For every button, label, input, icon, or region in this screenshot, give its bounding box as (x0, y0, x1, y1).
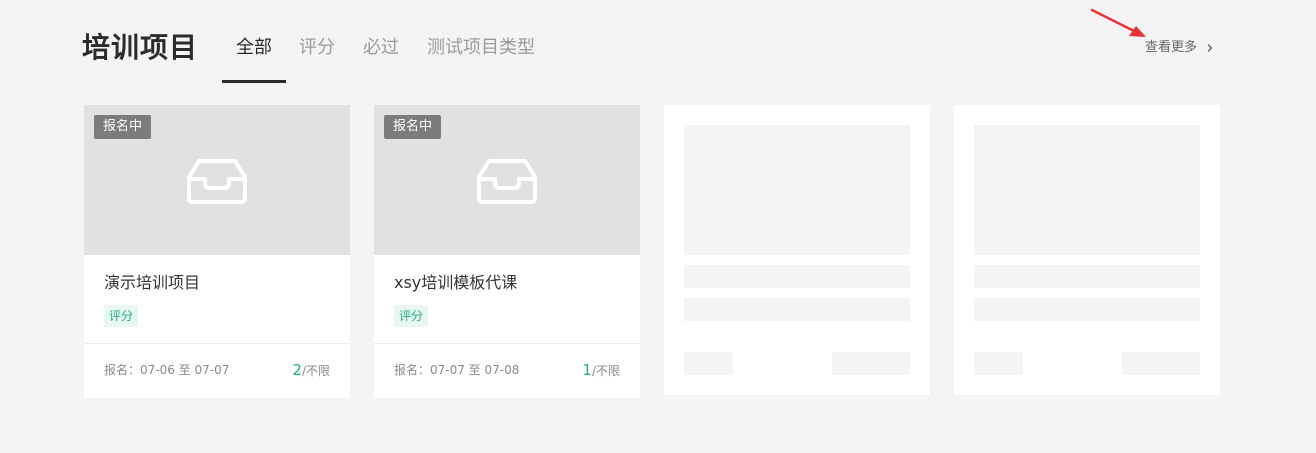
card-footer: 报名：07-06 至 07-07 2/不限 (104, 357, 330, 383)
enroll-count: 1/不限 (582, 357, 620, 384)
card-divider (84, 343, 350, 344)
card-cover: 报名中 (374, 105, 640, 255)
skeleton-line (684, 265, 910, 288)
tab-required[interactable]: 必过 (349, 28, 413, 76)
project-card[interactable]: 报名中 xsy培训模板代课 评分 报名：07-07 至 07-08 1/不限 (374, 105, 640, 398)
enroll-limit: /不限 (591, 363, 620, 378)
section-header: 培训项目 全部 评分 必过 测试项目类型 查看更多 (0, 0, 1316, 83)
card-cover: 报名中 (84, 105, 350, 255)
card-footer: 报名：07-07 至 07-08 1/不限 (394, 357, 620, 383)
status-badge: 报名中 (384, 115, 442, 139)
inbox-icon (477, 159, 537, 204)
skeleton-footer-right (832, 352, 910, 375)
skeleton-line (684, 298, 910, 321)
enroll-date-range: 报名：07-06 至 07-07 (104, 363, 230, 377)
enroll-count-number: 1 (582, 360, 592, 379)
chevron-right-icon (1207, 44, 1213, 52)
skeleton-card (664, 105, 930, 395)
project-card[interactable]: 报名中 演示培训项目 评分 报名：07-06 至 07-07 2/不限 (84, 105, 350, 398)
skeleton-line (974, 298, 1200, 321)
enroll-count: 2/不限 (292, 357, 330, 384)
page-title: 培训项目 (82, 31, 199, 64)
tab-rating[interactable]: 评分 (286, 28, 349, 76)
status-badge: 报名中 (94, 115, 152, 139)
card-title: 演示培训项目 (104, 273, 201, 292)
enroll-limit: /不限 (301, 363, 330, 378)
enroll-date-range: 报名：07-07 至 07-08 (394, 363, 520, 377)
annotation-arrow-icon (1090, 8, 1146, 37)
tab-all[interactable]: 全部 (222, 28, 286, 83)
card-title: xsy培训模板代课 (394, 273, 518, 292)
inbox-icon (187, 159, 247, 204)
skeleton-line (974, 265, 1200, 288)
skeleton-footer-left (684, 352, 733, 375)
view-more-link[interactable]: 查看更多 (1145, 36, 1215, 60)
enroll-count-number: 2 (292, 360, 302, 379)
card-divider (374, 343, 640, 344)
tab-test-project-type[interactable]: 测试项目类型 (413, 28, 549, 76)
skeleton-footer-left (974, 352, 1023, 375)
skeleton-card (954, 105, 1220, 395)
tag-rating: 评分 (394, 305, 429, 327)
skeleton-cover (974, 125, 1200, 255)
tab-bar: 全部 评分 必过 测试项目类型 (222, 28, 549, 83)
skeleton-cover (684, 125, 910, 255)
view-more-label: 查看更多 (1145, 40, 1198, 55)
tag-rating: 评分 (104, 305, 139, 327)
skeleton-footer-right (1122, 352, 1200, 375)
